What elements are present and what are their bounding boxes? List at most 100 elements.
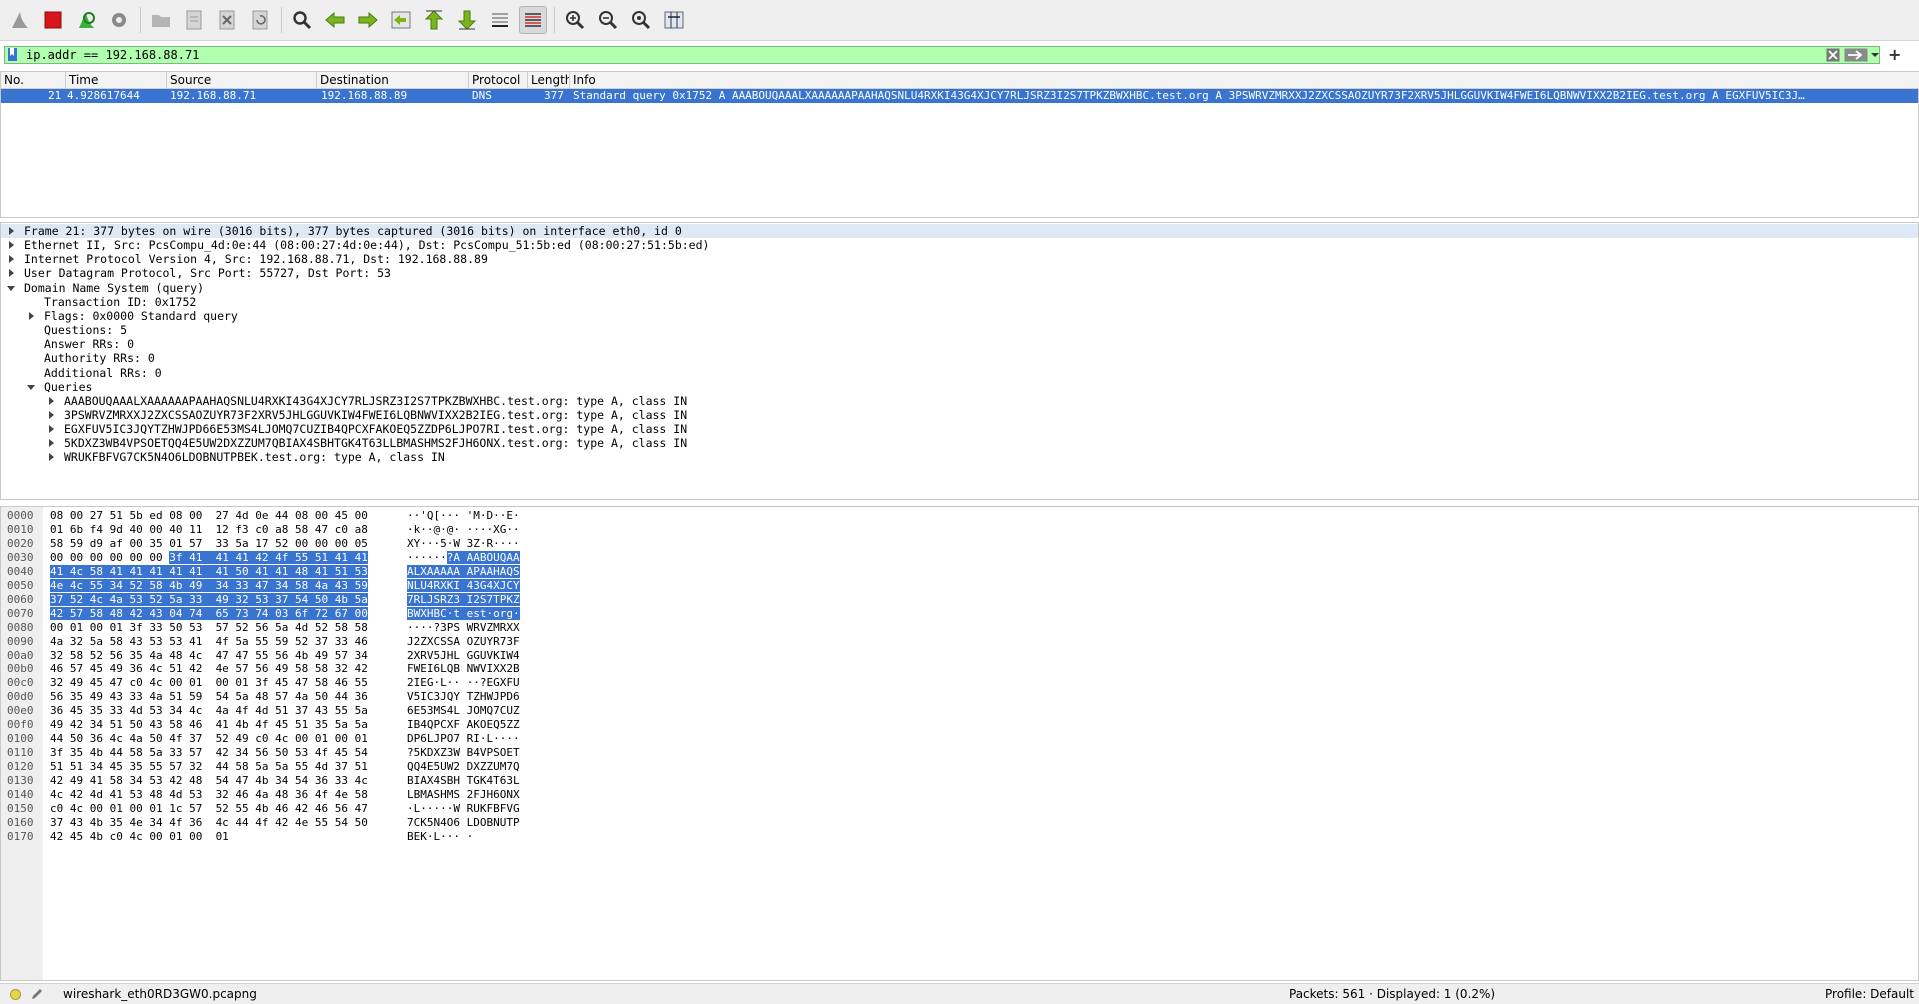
- save-file-button[interactable]: [180, 6, 208, 34]
- display-filter-input[interactable]: ip.addr == 192.168.88.71: [4, 46, 1880, 64]
- go-forward-button[interactable]: [354, 6, 382, 34]
- bytes-offset: 0020: [7, 536, 34, 550]
- bytes-ascii: 6E53MS4L JOMQ7CUZ: [407, 704, 520, 718]
- arrow-up-icon: [424, 10, 444, 30]
- packet-row-selected[interactable]: 21 4.928617644 192.168.88.71 192.168.88.…: [1, 89, 1918, 103]
- capture-options-button[interactable]: [105, 6, 133, 34]
- bytes-hex: 56 35 49 43 33 4a 51 59 54 5a 48 57 4a 5…: [50, 690, 368, 704]
- column-header-no[interactable]: No.: [1, 72, 66, 88]
- details-tree-label: Flags: 0x0000 Standard query: [44, 308, 238, 323]
- collapsed-arrow-icon[interactable]: [47, 410, 55, 419]
- bytes-ascii: ALXAAAAA APAAHAQS: [407, 564, 520, 578]
- colorize-button[interactable]: [519, 6, 547, 34]
- bytes-ascii: 2XRV5JHL GGUVKIW4: [407, 648, 520, 662]
- colorize-lines-icon: [525, 13, 541, 27]
- search-icon: [293, 11, 312, 30]
- status-profile[interactable]: Profile: Default: [1825, 984, 1914, 1004]
- details-tree-item[interactable]: Frame 21: 377 bytes on wire (3016 bits),…: [1, 224, 1918, 238]
- bytes-offset: 0120: [7, 760, 34, 774]
- details-tree-label: Frame 21: 377 bytes on wire (3016 bits),…: [24, 224, 682, 238]
- go-back-button[interactable]: [321, 6, 349, 34]
- zoom-normal-button[interactable]: [627, 6, 655, 34]
- expanded-arrow-icon[interactable]: [27, 383, 35, 391]
- go-to-packet-button[interactable]: [387, 6, 415, 34]
- collapsed-arrow-icon[interactable]: [7, 241, 15, 250]
- bytes-hex: 4e 4c 55 34 52 58 4b 49 34 33 47 34 58 4…: [50, 578, 368, 592]
- bytes-hex: c0 4c 00 01 00 01 1c 57 52 55 4b 46 42 4…: [50, 801, 368, 815]
- shark-fin-start-button[interactable]: [6, 6, 34, 34]
- column-header-time[interactable]: Time: [66, 72, 167, 88]
- bytes-hex: 44 50 36 4c 4a 50 4f 37 52 49 c0 4c 00 0…: [50, 732, 368, 746]
- chevron-down-icon[interactable]: [1870, 49, 1880, 61]
- apply-filter-arrow-icon[interactable]: [1844, 48, 1868, 62]
- open-file-button[interactable]: [147, 6, 175, 34]
- bytes-hex: 51 51 34 45 35 55 57 32 44 58 5a 5a 55 4…: [50, 760, 368, 774]
- add-filter-button-plus-icon[interactable]: +: [1888, 45, 1901, 64]
- bytes-hex: 00 01 00 01 3f 33 50 53 57 52 56 5a 4d 5…: [50, 620, 368, 634]
- collapsed-arrow-icon[interactable]: [7, 269, 15, 278]
- column-header-protocol[interactable]: Protocol: [469, 72, 528, 88]
- bookmark-icon[interactable]: [7, 48, 18, 61]
- bytes-ascii: BWXHBC·t est·org·: [407, 606, 520, 620]
- bytes-offset: 0170: [7, 829, 34, 843]
- bytes-offset: 0110: [7, 746, 34, 760]
- bytes-offset: 0040: [7, 564, 34, 578]
- resize-columns-button[interactable]: [660, 6, 688, 34]
- restart-capture-button[interactable]: [72, 6, 100, 34]
- details-tree-label: AAABOUQAAALXAAAAAAPAAHAQSNLU4RXKI43G4XJC…: [64, 393, 688, 408]
- toolbar-separator: [554, 7, 555, 33]
- packet-protocol: DNS: [472, 89, 492, 102]
- bytes-offset: 00b0: [7, 662, 34, 676]
- collapsed-arrow-icon[interactable]: [7, 227, 15, 235]
- bytes-offset: 0060: [7, 592, 34, 606]
- bytes-ascii: BIAX4SBH TGK4T63L: [407, 774, 520, 788]
- collapsed-arrow-icon[interactable]: [47, 453, 55, 462]
- close-file-button[interactable]: [213, 6, 241, 34]
- bytes-ascii: FWEI6LQB NWVIXX2B: [407, 662, 520, 676]
- bytes-ascii: DP6LJPO7 RI·L····: [407, 732, 520, 746]
- folder-icon: [152, 15, 170, 27]
- bytes-offset: 00e0: [7, 704, 34, 718]
- bytes-hex: 4a 32 5a 58 43 53 53 41 4f 5a 55 59 52 3…: [50, 634, 368, 648]
- clear-filter-icon[interactable]: [1826, 48, 1840, 62]
- find-packet-button[interactable]: [288, 6, 316, 34]
- zoom-out-button[interactable]: [594, 6, 622, 34]
- collapsed-arrow-icon[interactable]: [47, 396, 55, 405]
- bytes-ascii: ·L·····W RUKFBFVG: [407, 801, 520, 815]
- column-header-source[interactable]: Source: [167, 72, 317, 88]
- details-tree-label: EGXFUV5IC3JQYTZHWJPD66E53MS4LJOMQ7CUZIB4…: [64, 422, 688, 437]
- reload-file-button[interactable]: [246, 6, 274, 34]
- bytes-ascii: 2IEG·L·· ··?EGXFU: [407, 676, 520, 690]
- toolbar-separator: [281, 7, 282, 33]
- bytes-offset: 0130: [7, 774, 34, 788]
- zoom-normal-icon: [632, 11, 651, 30]
- bytes-offset: 0100: [7, 732, 34, 746]
- edit-comment-icon[interactable]: [30, 987, 44, 1001]
- expanded-arrow-icon[interactable]: [7, 284, 15, 292]
- display-filter-bar: ip.addr == 192.168.88.71 +: [4, 45, 1915, 64]
- column-header-length[interactable]: Length: [528, 72, 570, 88]
- collapsed-arrow-icon[interactable]: [27, 311, 35, 320]
- bytes-offset: 0030: [7, 550, 34, 564]
- auto-scroll-button[interactable]: [486, 6, 514, 34]
- zoom-in-button[interactable]: [561, 6, 589, 34]
- bytes-ascii: ?5KDXZ3W B4VPSOET: [407, 746, 520, 760]
- last-packet-button[interactable]: [453, 6, 481, 34]
- stop-capture-button[interactable]: [39, 6, 67, 34]
- bytes-ascii: XY···5·W 3Z·R····: [407, 536, 520, 550]
- bytes-offset: 0160: [7, 815, 34, 829]
- expert-info-led-icon[interactable]: [10, 989, 21, 1000]
- main-toolbar: [0, 0, 1919, 41]
- column-header-destination[interactable]: Destination: [317, 72, 469, 88]
- collapsed-arrow-icon[interactable]: [47, 425, 55, 434]
- bytes-offset: 0050: [7, 578, 34, 592]
- bytes-ascii: LBMASHMS 2FJH6ONX: [407, 788, 520, 801]
- bytes-hex: 37 43 4b 35 4e 34 4f 36 4c 44 4f 42 4e 5…: [50, 815, 368, 829]
- collapsed-arrow-icon[interactable]: [7, 255, 15, 264]
- first-packet-button[interactable]: [420, 6, 448, 34]
- column-header-info[interactable]: Info: [570, 72, 1919, 88]
- collapsed-arrow-icon[interactable]: [47, 439, 55, 448]
- arrow-left-icon: [325, 11, 345, 29]
- gear-icon: [112, 13, 126, 27]
- bytes-hex: 42 49 41 58 34 53 42 48 54 47 4b 34 54 3…: [50, 774, 368, 788]
